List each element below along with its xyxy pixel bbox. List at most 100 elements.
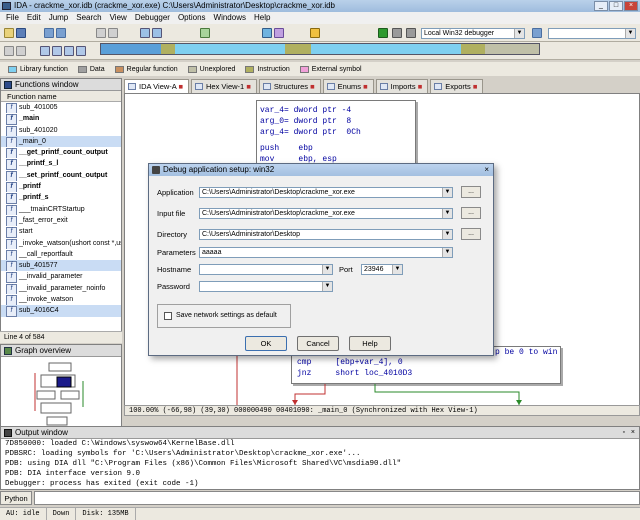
function-row[interactable]: _main (1, 113, 121, 125)
navigation-band[interactable] (100, 43, 540, 55)
application-field[interactable]: C:\Users\Administrator\Desktop\crackme_x… (199, 187, 453, 198)
toolbar-main: Local Win32 debugger ▼ ▼ (0, 24, 640, 42)
port-field[interactable]: 23946 ▼ (361, 264, 403, 275)
ok-button[interactable]: OK (245, 336, 287, 351)
function-row[interactable]: start (1, 226, 121, 238)
tab-imports[interactable]: Imports ■ (375, 79, 429, 93)
menu-debugger[interactable]: Debugger (131, 12, 174, 24)
function-row[interactable]: sub_401577 (1, 260, 121, 272)
close-icon[interactable]: ■ (418, 82, 423, 91)
minimize-button[interactable]: _ (594, 1, 608, 11)
menu-help[interactable]: Help (250, 12, 274, 24)
directory-field[interactable]: C:\Users\Administrator\Desktop ▼ (199, 229, 453, 240)
tab-hex-view-1[interactable]: Hex View-1 ■ (191, 79, 257, 93)
data-icon[interactable] (274, 28, 284, 38)
browse-input-button[interactable]: ... (461, 207, 481, 219)
function-row[interactable]: __invalid_parameter (1, 271, 121, 283)
forward-icon[interactable] (56, 28, 66, 38)
close-button[interactable]: × (624, 1, 638, 11)
function-row[interactable]: __set_printf_count_output (1, 170, 121, 182)
menu-options[interactable]: Options (174, 12, 210, 24)
menu-view[interactable]: View (106, 12, 131, 24)
browse-application-button[interactable]: ... (461, 186, 481, 198)
maximize-button[interactable]: □ (609, 1, 623, 11)
nav-right-icon[interactable] (16, 46, 26, 56)
close-icon[interactable]: ■ (363, 82, 368, 91)
tab-structures[interactable]: Structures ■ (258, 79, 321, 93)
search-text-icon[interactable] (152, 28, 162, 38)
function-row[interactable]: sub_4016C4 (1, 305, 121, 317)
chevron-down-icon[interactable]: ▼ (322, 265, 332, 274)
close-icon[interactable]: ■ (246, 82, 251, 91)
help-button[interactable]: Help (349, 336, 391, 351)
search-icon[interactable] (140, 28, 150, 38)
input-file-field[interactable]: C:\Users\Administrator\Desktop\crackme_x… (199, 208, 453, 219)
tool-icon[interactable] (40, 46, 50, 56)
graph-icon[interactable] (200, 28, 210, 38)
function-row[interactable]: __invoke_watson (1, 294, 121, 306)
chevron-down-icon[interactable]: ▼ (392, 265, 402, 274)
chevron-down-icon[interactable]: ▼ (442, 188, 452, 197)
password-field[interactable]: ▼ (199, 281, 333, 292)
chevron-down-icon[interactable]: ▼ (442, 230, 452, 239)
function-row[interactable]: _printf (1, 181, 121, 193)
save-icon[interactable] (16, 28, 26, 38)
tab-ida-view-a[interactable]: IDA View-A ■ (124, 79, 190, 93)
menu-jump[interactable]: Jump (45, 12, 73, 24)
hostname-field[interactable]: ▼ (199, 264, 333, 275)
tool-icon[interactable] (76, 46, 86, 56)
function-row[interactable]: sub_401005 (1, 102, 121, 114)
close-icon[interactable]: ■ (310, 82, 315, 91)
function-name-column[interactable]: Function name (1, 91, 121, 102)
pause-icon[interactable] (392, 28, 402, 38)
chevron-down-icon[interactable]: ▼ (625, 29, 635, 38)
menu-windows[interactable]: Windows (210, 12, 250, 24)
graph-overview[interactable]: Graph overview (0, 344, 122, 436)
function-row[interactable]: _invoke_watson(ushort const *,ushort (1, 238, 121, 249)
python-command-input[interactable] (34, 491, 640, 505)
function-row[interactable]: _fast_error_exit (1, 215, 121, 227)
chevron-down-icon[interactable]: ▼ (322, 282, 332, 291)
tab-exports[interactable]: Exports ■ (430, 79, 484, 93)
cut-icon[interactable] (96, 28, 106, 38)
code-icon[interactable] (262, 28, 272, 38)
function-row[interactable]: sub_401020 (1, 125, 121, 136)
legend-item: Library function (8, 65, 68, 73)
close-icon[interactable]: ■ (473, 82, 478, 91)
open-icon[interactable] (4, 28, 14, 38)
debugger-select[interactable]: Local Win32 debugger ▼ (421, 28, 525, 39)
python-button[interactable]: Python (0, 491, 32, 505)
string-icon[interactable] (310, 28, 320, 38)
function-row[interactable]: __printf_s_l (1, 158, 121, 170)
start-process-icon[interactable] (378, 28, 388, 38)
function-row[interactable]: __call_reportfault (1, 249, 121, 261)
copy-icon[interactable] (108, 28, 118, 38)
function-row[interactable]: _printf_s (1, 192, 121, 204)
pin-icon[interactable]: ▫ (623, 427, 625, 439)
jump-combo[interactable]: ▼ (548, 28, 636, 39)
close-icon[interactable]: ■ (178, 82, 183, 91)
close-icon[interactable]: × (484, 164, 489, 176)
back-icon[interactable] (44, 28, 54, 38)
function-row-selected[interactable]: _main_0 (1, 135, 121, 148)
parameters-field[interactable]: aaaaa ▼ (199, 247, 453, 258)
stop-icon[interactable] (406, 28, 416, 38)
tool-icon[interactable] (52, 46, 62, 56)
close-icon[interactable]: × (631, 427, 635, 439)
function-row[interactable]: ___tmainCRTStartup (1, 204, 121, 215)
menu-search[interactable]: Search (72, 12, 105, 24)
chevron-down-icon[interactable]: ▼ (442, 209, 452, 218)
save-settings-checkbox[interactable] (164, 312, 172, 320)
cancel-button[interactable]: Cancel (297, 336, 339, 351)
function-row[interactable]: __get_printf_count_output (1, 147, 121, 159)
function-row[interactable]: __invalid_parameter_noinfo (1, 283, 121, 295)
tab-enums[interactable]: Enums ■ (322, 79, 374, 93)
menu-file[interactable]: File (2, 12, 23, 24)
browse-directory-button[interactable]: ... (461, 228, 481, 240)
chevron-down-icon[interactable]: ▼ (514, 29, 524, 38)
menu-edit[interactable]: Edit (23, 12, 45, 24)
chevron-down-icon[interactable]: ▼ (442, 248, 452, 257)
step-into-icon[interactable] (532, 28, 542, 38)
nav-left-icon[interactable] (4, 46, 14, 56)
tool-icon[interactable] (64, 46, 74, 56)
